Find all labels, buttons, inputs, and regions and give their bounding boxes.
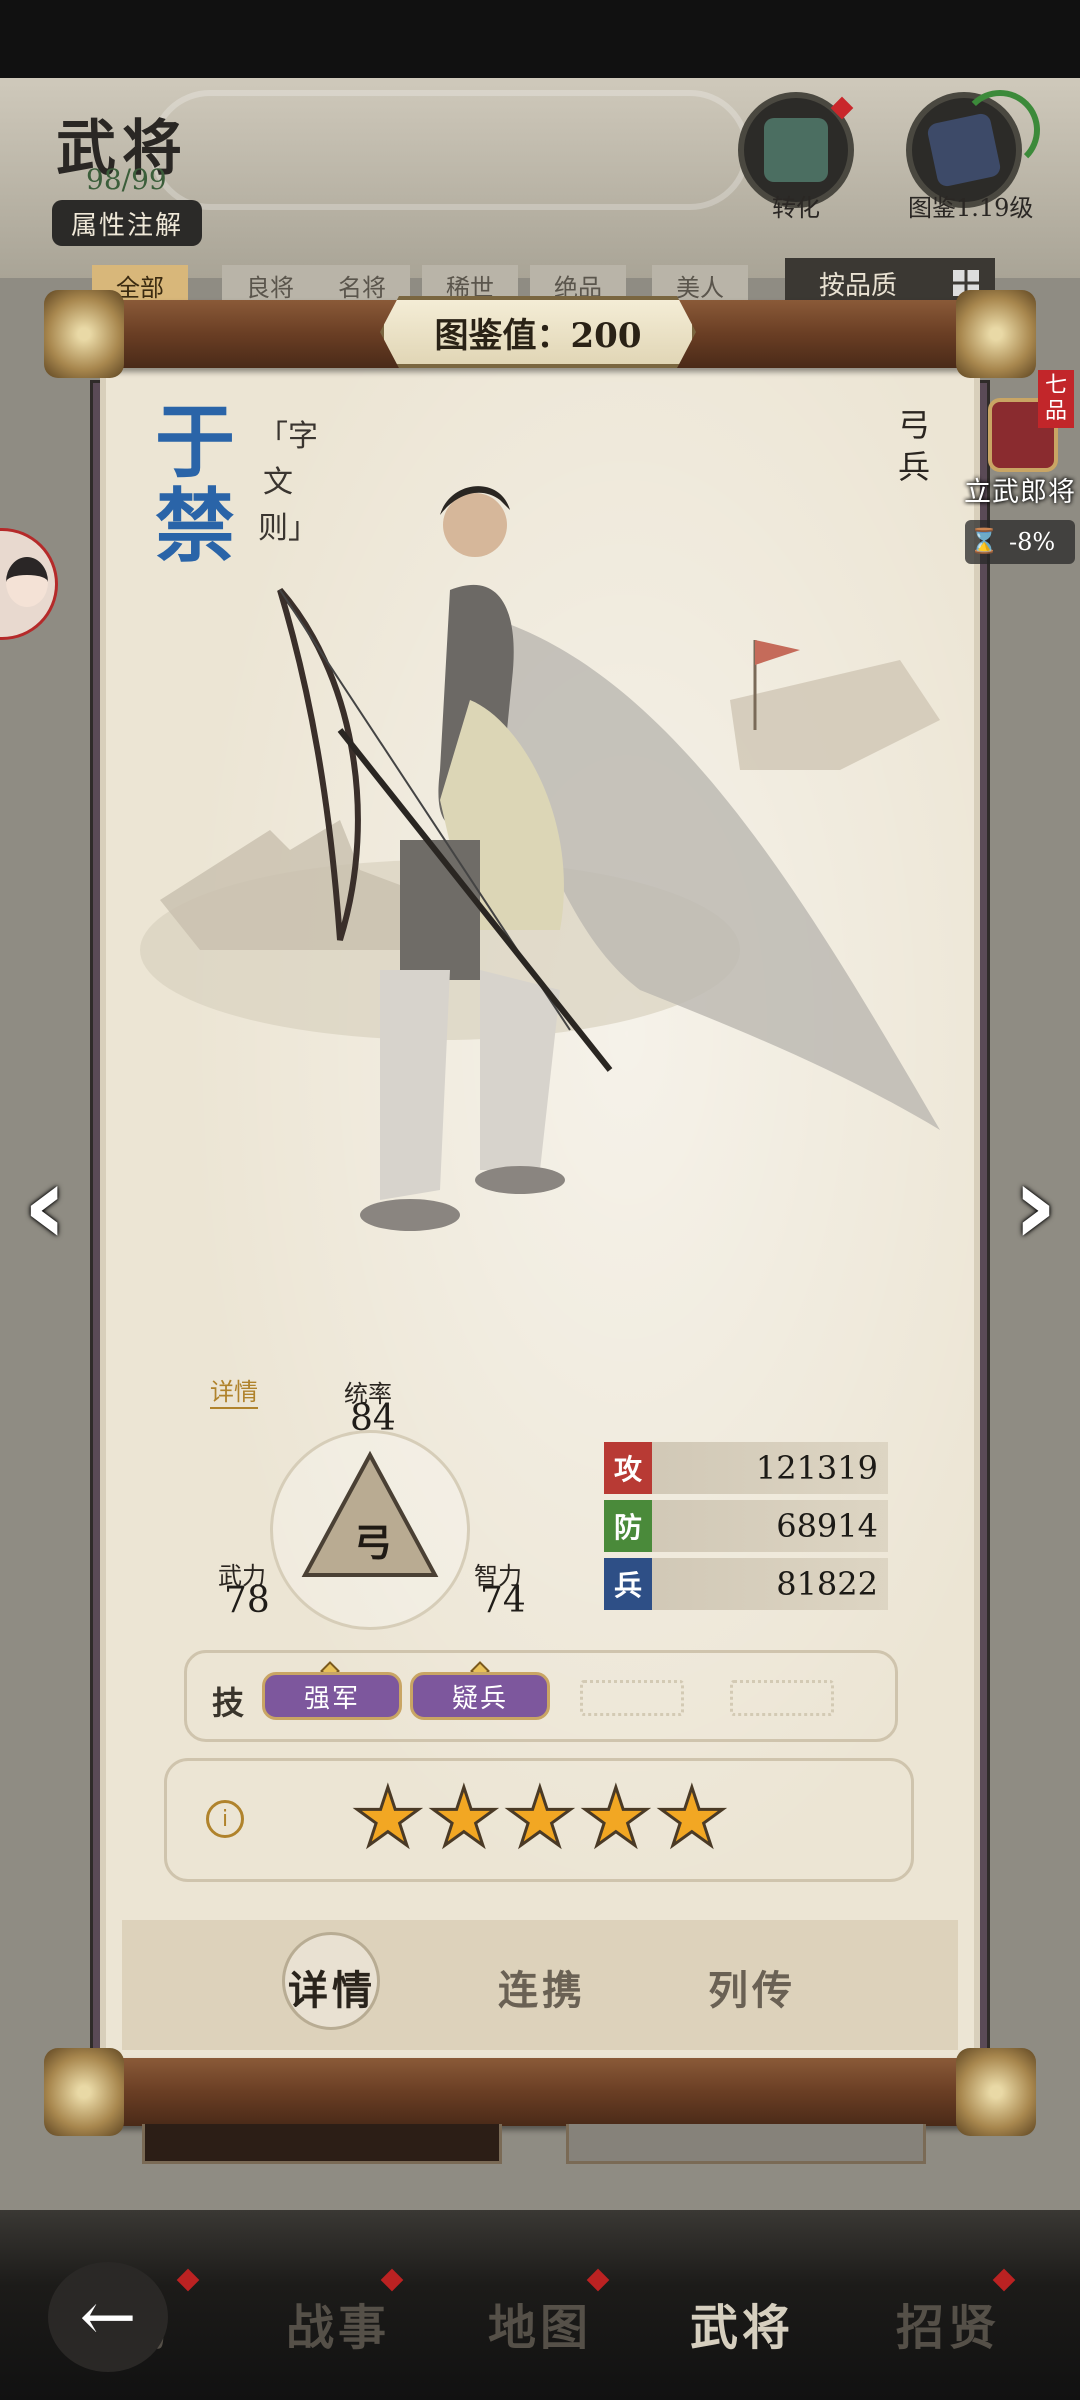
rod-cap-right (956, 290, 1036, 378)
tab-details[interactable]: 详情 (288, 1958, 376, 2016)
rank-tag: 七品 (1038, 370, 1074, 428)
rod-cap-right (956, 2048, 1036, 2136)
troops-icon: 兵 (604, 1558, 652, 1610)
avatar-face (6, 557, 48, 607)
defense-icon: 防 (604, 1500, 652, 1552)
tab-combo[interactable]: 连携 (498, 1958, 586, 2016)
nav-battle[interactable]: 战事 (286, 2288, 390, 2358)
cauldron-icon (764, 118, 828, 182)
defense-row: 防 68914 (604, 1500, 888, 1552)
codex-value-plaque: 图鉴值：200 (380, 296, 696, 368)
intel-value: 74 (480, 1580, 526, 1621)
card-frame (142, 2124, 502, 2164)
skill-strong-army[interactable]: 强军 (262, 1672, 402, 1720)
info-icon[interactable]: i (206, 1800, 244, 1838)
codex-label: 图鉴1.19级 (908, 194, 1034, 222)
empty-skill-slot (580, 1680, 684, 1716)
filter-tab-good[interactable]: 良将 (222, 265, 318, 305)
codex-progress-ring (960, 90, 1040, 170)
card-frame (566, 2124, 926, 2164)
transform-label: 转化 (772, 194, 820, 222)
troop-symbol: 弓 (354, 1520, 393, 1565)
back-arrow-icon: ← (79, 2277, 137, 2357)
nav-map[interactable]: 地图 (488, 2288, 592, 2358)
star-icon: ★ (655, 1771, 730, 1864)
sort-label: 按品质 (819, 270, 898, 301)
rank-modifier-value: -8% (1009, 528, 1056, 556)
attribute-notes-button[interactable]: 属性注解 (52, 200, 202, 246)
star-icon: ★ (351, 1771, 426, 1864)
troops-value: 81822 (776, 1565, 878, 1603)
attack-value: 121319 (755, 1449, 878, 1487)
troops-row: 兵 81822 (604, 1558, 888, 1610)
stats-detail-link[interactable]: 详情 (210, 1372, 258, 1409)
attack-icon: 攻 (604, 1442, 652, 1494)
star-icon: ★ (427, 1771, 502, 1864)
scroll-bottom-rod (44, 2048, 1036, 2136)
star-icon: ★ (503, 1771, 578, 1864)
skill-decoy-troops[interactable]: 疑兵 (410, 1672, 550, 1720)
cloud-ornament (150, 90, 750, 210)
status-bar (0, 0, 1080, 78)
back-button[interactable]: ← (48, 2262, 168, 2372)
attack-row: 攻 121319 (604, 1442, 888, 1494)
rank-modifier: ⌛ -8% (965, 520, 1075, 564)
star-icon: ★ (579, 1771, 654, 1864)
defense-value: 68914 (776, 1507, 878, 1545)
previous-general-button[interactable]: ‹ (0, 1150, 90, 1260)
nav-recruit[interactable]: 招贤 (896, 2288, 1000, 2358)
nav-generals[interactable]: 武将 (690, 2288, 794, 2358)
tab-biography[interactable]: 列传 (708, 1958, 796, 2016)
skill-label: 技 (212, 1684, 245, 1722)
rank-name: 立武郎将 (964, 477, 1076, 508)
rod-cap-left (44, 290, 124, 378)
might-value: 78 (224, 1580, 270, 1621)
general-portrait (140, 486, 940, 1231)
empty-skill-slot (730, 1680, 834, 1716)
next-general-button[interactable]: › (990, 1150, 1080, 1260)
general-count: 98/99 (86, 163, 167, 196)
rod-cap-left (44, 2048, 124, 2136)
filter-tab-famous[interactable]: 名将 (314, 265, 410, 305)
